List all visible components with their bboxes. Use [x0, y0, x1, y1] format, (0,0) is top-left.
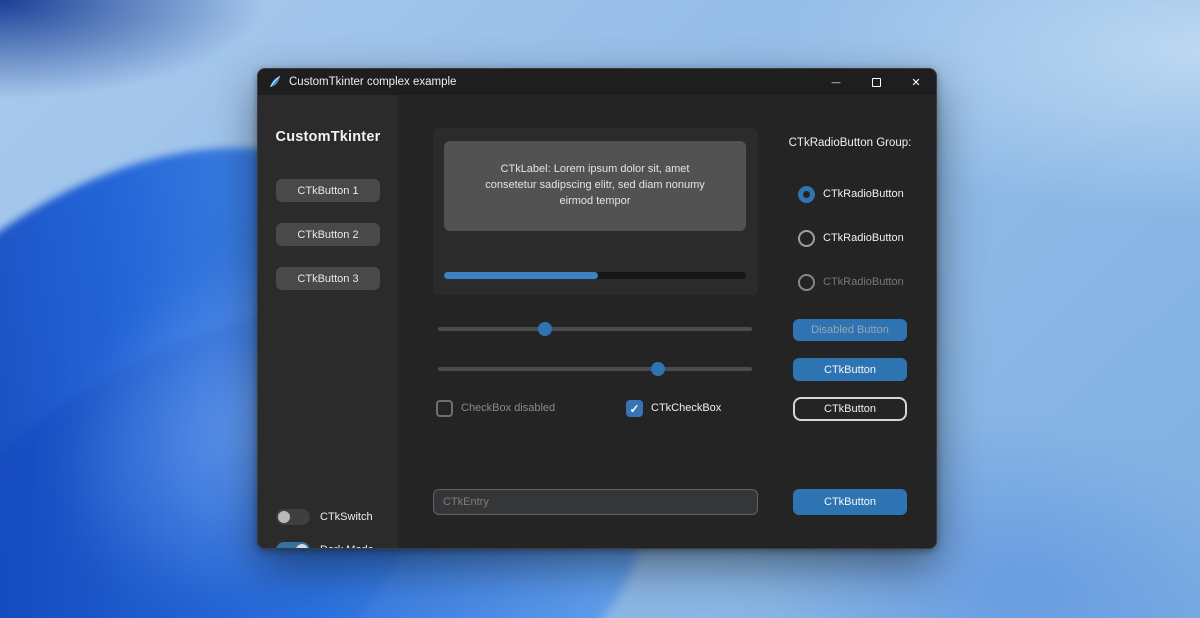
- maximize-button[interactable]: [856, 69, 896, 95]
- slider-2: [438, 362, 752, 376]
- radio-group-label: CTkRadioButton Group:: [786, 137, 914, 149]
- maximize-icon: [872, 78, 881, 87]
- checkbox-disabled-label: CheckBox disabled: [461, 402, 555, 414]
- primary-ctkbutton[interactable]: CTkButton: [793, 358, 907, 381]
- ctkentry-wrapper: [433, 489, 758, 515]
- close-button[interactable]: ✕: [896, 69, 936, 95]
- checkbox-checked-label: CTkCheckBox: [651, 402, 721, 414]
- outline-ctkbutton[interactable]: CTkButton: [793, 397, 907, 421]
- window-title: CustomTkinter complex example: [289, 76, 456, 88]
- slider-2-track[interactable]: [438, 367, 752, 371]
- slider-2-knob[interactable]: [651, 362, 665, 376]
- ctkentry-input[interactable]: [434, 490, 757, 514]
- bottom-ctkbutton[interactable]: CTkButton: [793, 489, 907, 515]
- ctklabel-text: CTkLabel: Lorem ipsum dolor sit, amet co…: [481, 162, 709, 210]
- checkmark-icon: ✓: [629, 402, 639, 416]
- disabled-button: Disabled Button: [793, 319, 907, 341]
- slider-1: [438, 322, 752, 336]
- app-feather-icon: [268, 75, 282, 89]
- minimize-icon: —: [832, 77, 841, 87]
- ctklabel-box: CTkLabel: Lorem ipsum dolor sit, amet co…: [444, 141, 746, 231]
- ctkswitch-toggle[interactable]: [276, 509, 310, 525]
- slider-1-track[interactable]: [438, 327, 752, 331]
- sidebar-button-2[interactable]: CTkButton 2: [276, 223, 380, 246]
- close-icon: ✕: [911, 76, 920, 89]
- radio-button-unselected[interactable]: [798, 230, 815, 247]
- radio-label-1: CTkRadioButton: [823, 188, 904, 200]
- progressbar: [444, 272, 746, 279]
- radio-button-disabled: [798, 274, 815, 291]
- slider-1-knob[interactable]: [538, 322, 552, 336]
- dark-mode-row: Dark Mode: [276, 542, 374, 549]
- ctkswitch-row: CTkSwitch: [276, 509, 373, 525]
- checkbox-checked[interactable]: ✓: [626, 400, 643, 417]
- dark-mode-knob: [296, 544, 308, 549]
- dark-mode-toggle[interactable]: [276, 542, 310, 549]
- checkbox-disabled: [436, 400, 453, 417]
- app-window: CustomTkinter complex example — ✕ Custom…: [257, 68, 937, 549]
- radio-label-2: CTkRadioButton: [823, 232, 904, 244]
- sidebar-logo-title: CustomTkinter: [258, 129, 398, 145]
- minimize-button[interactable]: —: [816, 69, 856, 95]
- ctkswitch-knob: [278, 511, 290, 523]
- dark-mode-label: Dark Mode: [320, 544, 374, 549]
- sidebar-button-1[interactable]: CTkButton 1: [276, 179, 380, 202]
- progressbar-fill: [444, 272, 598, 279]
- radio-button-selected[interactable]: [798, 186, 815, 203]
- title-bar[interactable]: CustomTkinter complex example — ✕: [258, 69, 936, 95]
- content-frame: CTkLabel: Lorem ipsum dolor sit, amet co…: [433, 128, 758, 295]
- radio-label-3: CTkRadioButton: [823, 276, 904, 288]
- desktop-wallpaper: CustomTkinter complex example — ✕ Custom…: [0, 0, 1200, 618]
- ctkswitch-label: CTkSwitch: [320, 511, 373, 523]
- sidebar: CustomTkinter CTkButton 1 CTkButton 2 CT…: [258, 95, 398, 549]
- sidebar-button-3[interactable]: CTkButton 3: [276, 267, 380, 290]
